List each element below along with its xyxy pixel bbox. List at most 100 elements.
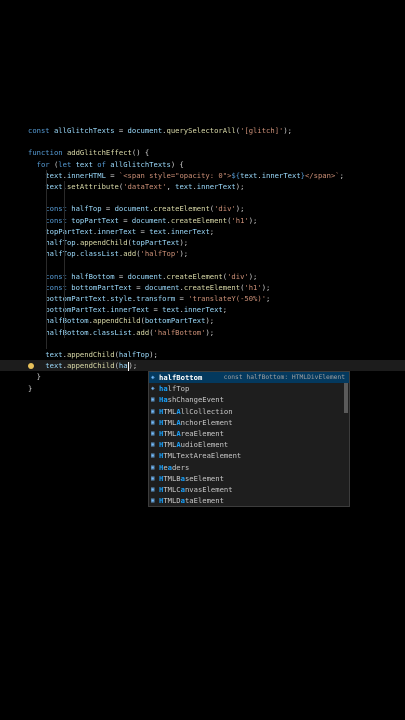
- autocomplete-item[interactable]: ▣ HTMLAnchorElement: [149, 417, 349, 428]
- code-line[interactable]: function addGlitchEffect() {: [0, 147, 405, 158]
- code-token: );: [205, 327, 215, 337]
- code-line[interactable]: [0, 338, 405, 349]
- code-token: document: [114, 204, 150, 214]
- code-line[interactable]: halfBottom.appendChild(bottomPartText);: [0, 315, 405, 326]
- code-token: );: [128, 361, 138, 371]
- code-line[interactable]: [0, 259, 405, 270]
- code-token: ,: [166, 182, 176, 191]
- autocomplete-item[interactable]: ▣ HTMLDataElement: [149, 495, 349, 506]
- code-line[interactable]: const topPartText = document.createEleme…: [0, 215, 405, 226]
- code-token: halfTop: [118, 350, 150, 359]
- code-token: const: [45, 271, 72, 281]
- class-icon: ▣: [151, 429, 155, 437]
- code-token: =: [114, 126, 128, 135]
- autocomplete-item[interactable]: ▣ HTMLAllCollection: [149, 406, 349, 417]
- code-text: const allGlitchTexts = document.querySel…: [28, 125, 292, 136]
- code-token: createElement: [153, 204, 210, 214]
- code-token: );: [205, 316, 215, 326]
- code-text: function addGlitchEffect() {: [28, 147, 149, 158]
- label-text: TML: [163, 428, 177, 438]
- label-text: nchorElement: [180, 417, 233, 427]
- code-line[interactable]: for (let text of allGlitchTexts) {: [0, 159, 405, 170]
- code-token: halfBottom: [45, 316, 89, 326]
- code-line[interactable]: [0, 136, 405, 147]
- autocomplete-label: HTMLCanvasElement: [159, 485, 233, 494]
- lightbulb-icon[interactable]: [28, 362, 34, 369]
- code-text: text.innerHTML = `<span style="opacity: …: [28, 170, 344, 181]
- class-icon: ▣: [151, 452, 155, 460]
- code-text: text.appendChild(ha);: [28, 360, 137, 371]
- code-line[interactable]: text.innerHTML = `<span style="opacity: …: [0, 170, 405, 181]
- code-token: appendChild: [92, 316, 141, 326]
- autocomplete-item[interactable]: ▣ Headers: [149, 462, 349, 473]
- code-line[interactable]: halfTop.classList.add('halfTop');: [0, 248, 405, 259]
- autocomplete-list[interactable]: ◈ halfBottom const halfBottom: HTMLDivElem…: [149, 372, 349, 506]
- code-token: text: [45, 361, 63, 371]
- indent-guide: [46, 169, 47, 349]
- code-token: bottomPartText: [71, 282, 132, 292]
- code-token: ) {: [170, 159, 184, 169]
- code-line[interactable]: topPartText.innerText = text.innerText;: [0, 226, 405, 237]
- code-text: halfTop.classList.add('halfTop');: [28, 248, 188, 259]
- label-text: shChangeEvent: [167, 395, 224, 405]
- code-line[interactable]: const bottomPartText = document.createEl…: [0, 282, 405, 293]
- indent-guide: [64, 181, 65, 338]
- autocomplete-item[interactable]: ▣ HTMLAudioElement: [149, 439, 349, 450]
- code-token: appendChild: [79, 238, 128, 247]
- code-token: createElement: [183, 282, 241, 292]
- code-token: add: [136, 327, 150, 337]
- code-token: ;: [209, 226, 215, 236]
- code-token: ;: [222, 305, 228, 315]
- code-token: ;: [266, 294, 271, 303]
- autocomplete-item[interactable]: ▣ HTMLCanvasElement: [149, 484, 349, 495]
- code-token: ;: [339, 170, 344, 180]
- code-token: const: [45, 282, 72, 292]
- autocomplete-item-selected[interactable]: ◈ halfBottom const halfBottom: HTMLDivElem…: [149, 372, 349, 384]
- code-token: of: [97, 159, 111, 169]
- code-token: 'h1': [231, 215, 249, 225]
- code-line[interactable]: text.appendChild(halfTop);: [0, 349, 405, 360]
- autocomplete-popup[interactable]: ◈ halfBottom const halfBottom: HTMLDivElem…: [148, 371, 350, 507]
- autocomplete-item[interactable]: ▣ HTMLTextAreaElement: [149, 450, 349, 461]
- autocomplete-item[interactable]: ◈ halfTop: [149, 383, 349, 394]
- class-icon: ▣: [151, 485, 155, 493]
- code-token: let: [58, 159, 76, 169]
- autocomplete-item[interactable]: ▣ HTMLBaseElement: [149, 473, 349, 484]
- label-text: TMLC: [163, 484, 181, 494]
- code-token: );: [149, 350, 158, 359]
- code-token: allGlitchTexts: [110, 159, 171, 169]
- code-line[interactable]: const halfTop = document.createElement('…: [0, 203, 405, 214]
- code-line[interactable]: bottomPartText.innerText = text.innerTex…: [0, 304, 405, 315]
- code-text: topPartText.innerText = text.innerText;: [28, 226, 214, 237]
- code-token: );: [248, 215, 258, 225]
- code-line[interactable]: const allGlitchTexts = document.querySel…: [0, 125, 405, 136]
- code-token: halfBottom: [71, 271, 115, 281]
- code-token: add: [123, 249, 137, 259]
- code-line[interactable]: const halfBottom = document.createElemen…: [0, 271, 405, 282]
- label-text: TML: [163, 440, 177, 450]
- code-line[interactable]: halfBottom.classList.add('halfBottom');: [0, 327, 405, 338]
- code-token: document: [127, 126, 163, 135]
- autocomplete-label: HTMLAudioElement: [159, 440, 228, 449]
- code-token: document: [127, 271, 163, 281]
- code-editor[interactable]: const allGlitchTexts = document.querySel…: [0, 0, 405, 720]
- code-token: );: [235, 182, 245, 191]
- match-highlight: ha: [159, 384, 168, 394]
- label-text: TMLD: [163, 496, 181, 506]
- code-token: =: [101, 204, 115, 214]
- code-line-current[interactable]: text.appendChild(ha);: [0, 360, 405, 372]
- code-line[interactable]: bottomPartText.style.transform = 'transl…: [0, 293, 405, 304]
- autocomplete-item[interactable]: ▣ HTMLAreaElement: [149, 428, 349, 439]
- code-token: );: [248, 271, 258, 281]
- code-line[interactable]: [0, 192, 405, 203]
- code-line[interactable]: text.setAttribute('dataText', text.inner…: [0, 181, 405, 192]
- code-line[interactable]: halfTop.appendChild(topPartText);: [0, 237, 405, 248]
- autocomplete-label: HTMLBaseElement: [159, 474, 224, 483]
- code-token: ${: [231, 170, 241, 180]
- autocomplete-item[interactable]: ▣ HashChangeEvent: [149, 394, 349, 405]
- class-icon: ▣: [151, 396, 155, 404]
- code-token: topPartText: [45, 226, 93, 236]
